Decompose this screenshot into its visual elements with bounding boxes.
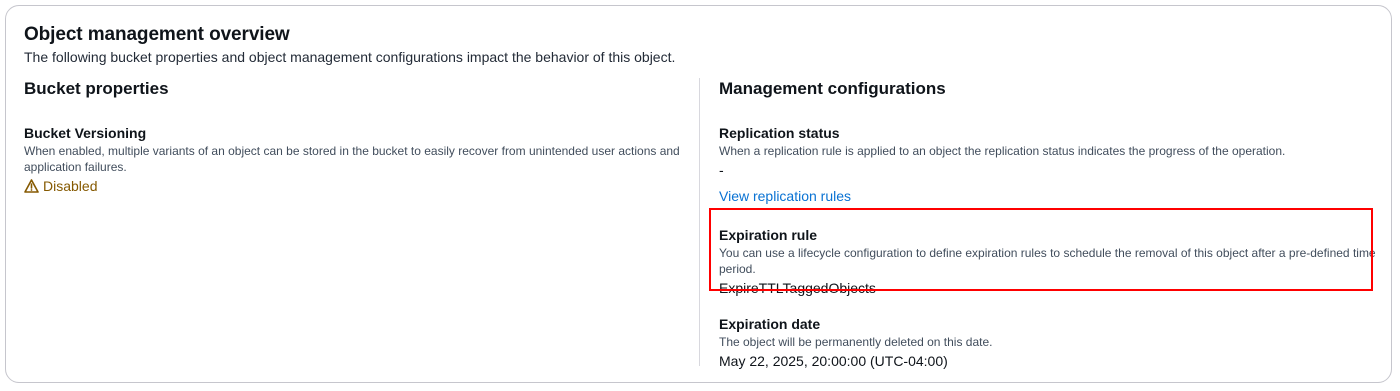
warning-icon: [24, 179, 39, 193]
bucket-properties-heading: Bucket properties: [24, 79, 169, 98]
expiration-date-description: The object will be permanently deleted o…: [719, 335, 993, 349]
expiration-date-label: Expiration date: [719, 316, 821, 332]
management-configurations-heading: Management configurations: [719, 79, 946, 98]
bucket-versioning-field: Bucket Versioning When enabled, multiple…: [24, 124, 684, 194]
column-divider: [699, 78, 700, 366]
replication-status-field: Replication status When a replication ru…: [719, 124, 1379, 206]
versioning-status-text: Disabled: [43, 178, 98, 194]
replication-status-value: -: [719, 162, 724, 178]
bucket-versioning-label: Bucket Versioning: [24, 125, 147, 141]
replication-status-label: Replication status: [719, 125, 840, 141]
bucket-properties-column: Bucket properties Bucket Versioning When…: [24, 78, 684, 194]
expiration-rule-highlight-box: [709, 208, 1373, 291]
panel-title: Object management overview: [24, 24, 290, 45]
expiration-date-field: Expiration date The object will be perma…: [719, 315, 1379, 370]
expiration-date-value: May 22, 2025, 20:00:00 (UTC-04:00): [719, 353, 948, 369]
versioning-status: Disabled: [24, 178, 684, 194]
replication-status-description: When a replication rule is applied to an…: [719, 144, 1286, 158]
management-configurations-column: Management configurations Replication st…: [719, 78, 1379, 369]
panel-subtitle: The following bucket properties and obje…: [24, 49, 676, 65]
object-management-overview-panel: Object management overview The following…: [5, 5, 1392, 383]
view-replication-rules-link[interactable]: View replication rules: [719, 188, 851, 204]
bucket-versioning-description: When enabled, multiple variants of an ob…: [24, 144, 680, 174]
